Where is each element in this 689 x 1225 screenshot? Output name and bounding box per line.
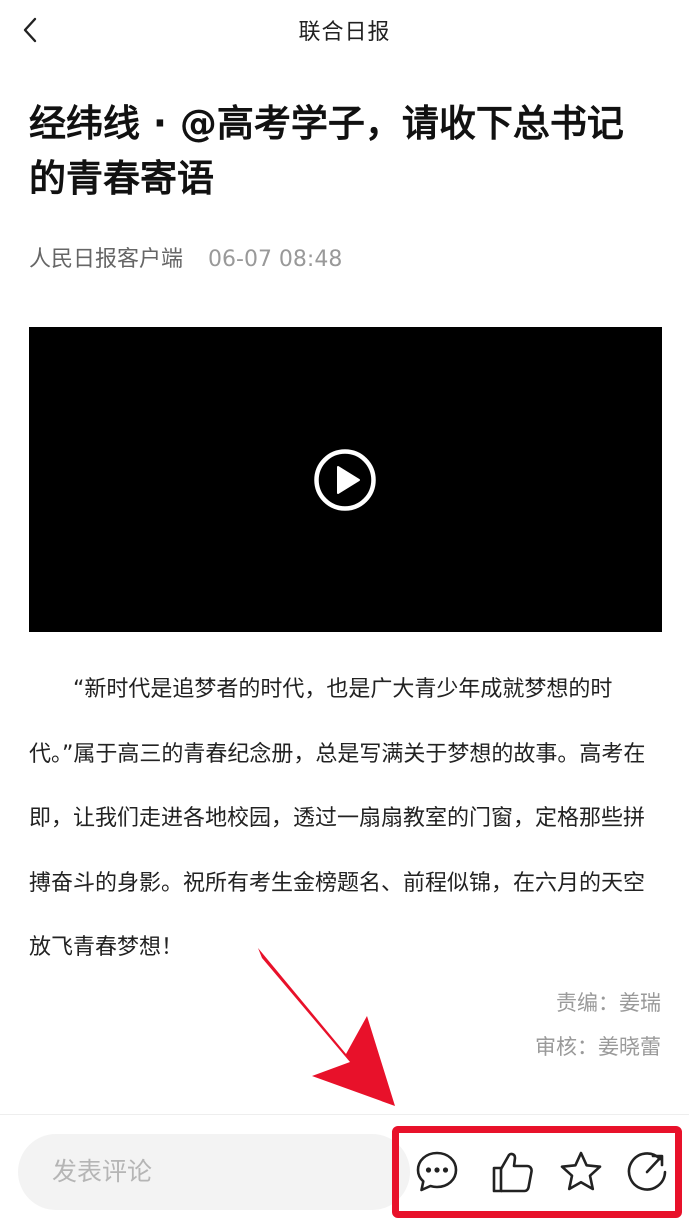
editor-credit: 责编：姜瑞 [556, 991, 661, 1015]
top-nav: 联合日报 [0, 0, 689, 60]
article-title: 经纬线 · @高考学子，请收下总书记 的青春寄语 [29, 96, 669, 206]
article-page: 联合日报 经纬线 · @高考学子，请收下总书记 的青春寄语 人民日报客户端 06… [0, 0, 689, 1225]
article-paragraph: “新时代是追梦者的时代，也是广大青少年成就梦想的时代。”属于高三的青春纪念册，总… [29, 677, 646, 960]
highlight-box [392, 1126, 682, 1218]
article-source[interactable]: 人民日报客户端 [29, 247, 183, 272]
article-title-line2: 的青春寄语 [29, 157, 214, 200]
article-time: 06-07 08:48 [208, 247, 343, 272]
video-player[interactable] [29, 327, 662, 632]
bottom-divider [0, 1114, 689, 1115]
article-meta: 人民日报客户端 06-07 08:48 [29, 241, 342, 273]
play-circle-icon[interactable] [313, 448, 377, 512]
comment-input[interactable]: 发表评论 [18, 1134, 410, 1210]
reviewer-credit: 审核：姜晓蕾 [535, 1035, 661, 1059]
nav-title: 联合日报 [298, 20, 391, 45]
article-body: “新时代是追梦者的时代，也是广大青少年成就梦想的时代。”属于高三的青春纪念册，总… [29, 658, 659, 981]
article-title-line1: 经纬线 · @高考学子，请收下总书记 [29, 102, 624, 145]
